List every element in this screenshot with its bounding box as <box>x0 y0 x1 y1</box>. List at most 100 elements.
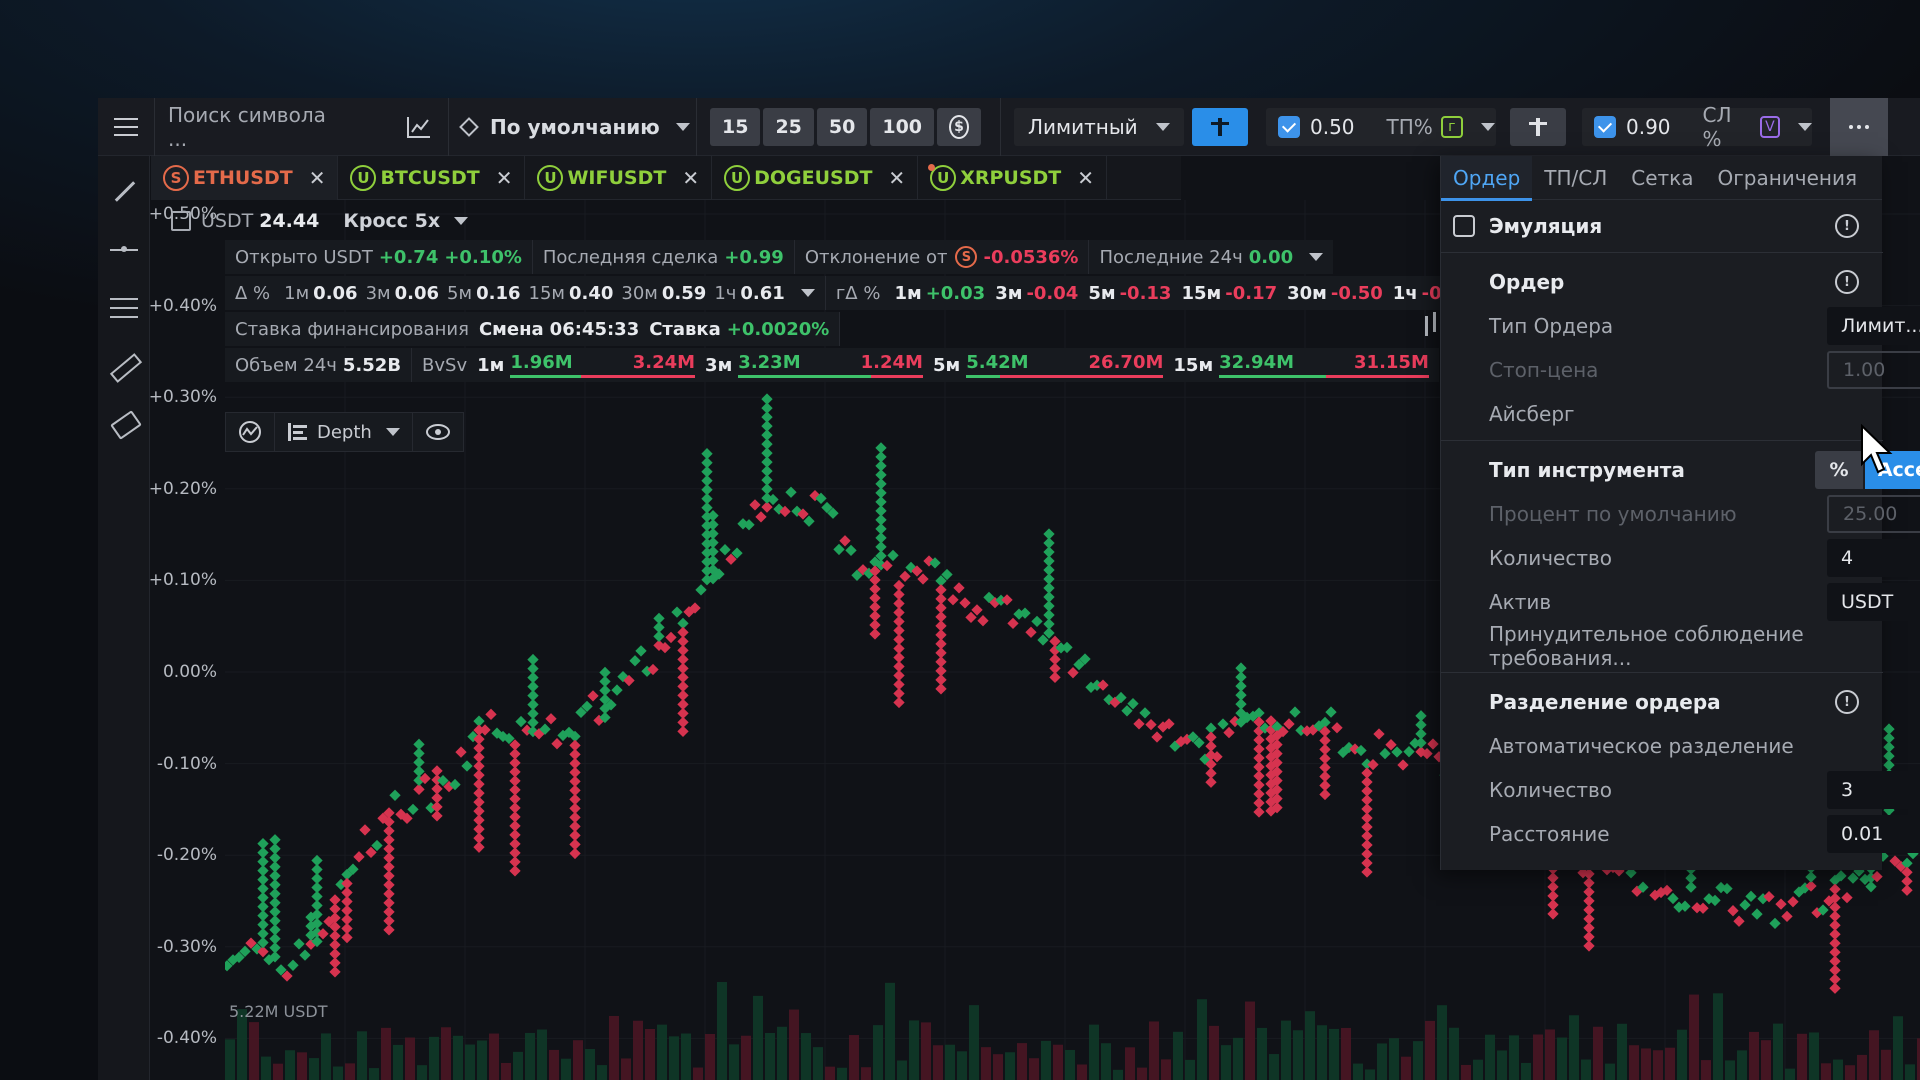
scatter-point <box>1133 718 1145 730</box>
asset-select[interactable]: USDT <box>1827 583 1920 621</box>
quantity-row: Количество 4 <box>1441 538 1920 578</box>
y-tick-label: +0.10% <box>148 570 217 591</box>
volume-bar <box>1557 1037 1567 1080</box>
volume-bar <box>1377 1043 1387 1080</box>
qty-button-100[interactable]: 100 <box>870 108 935 146</box>
quantity-select[interactable]: 4 <box>1827 539 1920 577</box>
order-type-dropdown[interactable]: Лимитный <box>1014 108 1184 146</box>
more-options-button[interactable] <box>1830 98 1888 156</box>
info-icon[interactable]: ! <box>1835 214 1859 238</box>
sell-volume: 26.70M <box>1088 352 1164 373</box>
qty-button-50[interactable]: 50 <box>816 108 868 146</box>
volume-bar <box>1209 1025 1219 1080</box>
stop-loss-control[interactable]: 0.90 СЛ % V <box>1582 103 1812 151</box>
preset-dropdown[interactable]: По умолчанию <box>459 110 690 144</box>
scatter-point <box>701 448 713 460</box>
tab-dogeusdt[interactable]: U DOGEUSDT ✕ <box>712 156 919 200</box>
diamond-icon <box>459 117 479 137</box>
volume-bar <box>789 1009 799 1080</box>
panel-tabs: Ордер ТП/СЛ Сетка Ограничения <box>1441 156 1882 201</box>
symbol-search-input[interactable]: Поиск символа ... <box>168 103 338 151</box>
close-icon[interactable]: ✕ <box>1077 166 1094 190</box>
rdelta-timeframe: 30м <box>1287 282 1327 304</box>
tab-wifusdt[interactable]: U WIFUSDT ✕ <box>525 156 713 200</box>
eraser-tool-icon[interactable] <box>110 410 138 438</box>
volume-bar <box>1053 1044 1063 1080</box>
parallel-lines-tool-icon[interactable] <box>110 294 138 322</box>
horizontal-line-tool-icon[interactable] <box>110 236 138 264</box>
bvsv-timeframe: 1м <box>477 354 505 376</box>
rdelta-timeframe: 5м <box>1088 282 1116 304</box>
trendline-tool-icon[interactable] <box>110 178 138 206</box>
tp-checkbox[interactable] <box>1278 116 1300 138</box>
take-profit-control[interactable]: 0.50 ТП% г <box>1266 108 1496 146</box>
open-pct: +0.10% <box>444 246 522 268</box>
qty-button-25[interactable]: 25 <box>763 108 814 146</box>
scatter-point <box>599 666 611 679</box>
last-24h-stat[interactable]: Последние 24ч 0.00 <box>1089 240 1333 274</box>
balance-mode-button[interactable] <box>1510 108 1566 146</box>
tab-order[interactable]: Ордер <box>1441 156 1533 201</box>
info-icon[interactable]: ! <box>1835 690 1859 714</box>
indicator-button[interactable] <box>226 413 275 451</box>
close-icon[interactable]: ✕ <box>888 166 905 190</box>
scatter-point <box>299 949 311 961</box>
volume-bar <box>1521 1062 1531 1080</box>
close-icon[interactable]: ✕ <box>682 166 699 190</box>
hedge-mode-button[interactable] <box>1192 108 1248 146</box>
stats-row-1: Открыто USDT +0.74 +0.10% Последняя сдел… <box>225 240 1334 274</box>
scatter-point <box>269 834 281 846</box>
default-percent-input[interactable]: 25.00 % <box>1827 495 1920 533</box>
eye-icon <box>425 424 450 440</box>
scatter-point <box>1205 776 1217 788</box>
tab-limits[interactable]: Ограничения <box>1706 156 1870 200</box>
ruler-tool-icon[interactable] <box>110 352 138 380</box>
distance-input[interactable]: 0.01 % <box>1827 815 1920 853</box>
sl-checkbox[interactable] <box>1594 116 1616 138</box>
menu-button[interactable] <box>98 98 154 156</box>
volume-bar <box>1329 1028 1339 1080</box>
currency-toggle-button[interactable]: $ <box>937 108 982 146</box>
y-tick-label: -0.40% <box>156 1028 217 1049</box>
volume-bar <box>1833 1059 1843 1080</box>
volume-bar <box>1269 1054 1279 1080</box>
volume-bar <box>1785 1068 1795 1080</box>
close-icon[interactable]: ✕ <box>496 166 513 190</box>
instrument-percent-button[interactable]: % <box>1815 451 1863 489</box>
tab-btcusdt[interactable]: U BTCUSDT ✕ <box>338 156 526 200</box>
volume-bar <box>357 1031 367 1080</box>
tab-xrpusdt[interactable]: U XRPUSDT ✕ <box>918 156 1108 200</box>
visibility-toggle[interactable] <box>413 413 463 451</box>
delta-value: 0.06 <box>313 282 358 304</box>
volume-bar <box>477 1040 487 1080</box>
margin-mode-dropdown[interactable]: Кросс 5х <box>343 210 469 232</box>
volume-bar <box>921 1022 931 1080</box>
close-icon[interactable]: ✕ <box>309 166 326 190</box>
chart-type-button[interactable] <box>402 110 436 144</box>
order-type-select[interactable]: Лимит... <box>1827 307 1920 345</box>
emulation-checkbox[interactable] <box>1453 215 1475 237</box>
split-quantity-row: Количество 3 <box>1441 770 1920 810</box>
split-quantity-input[interactable]: 3 <box>1827 771 1920 809</box>
force-requirement-row: Принудительное соблюдение требования... <box>1441 622 1883 670</box>
order-type-row: Тип Ордера Лимит... <box>1441 306 1920 346</box>
volume-bar <box>465 1044 475 1080</box>
stop-price-input[interactable]: 1.00 % <box>1827 351 1920 389</box>
y-tick-label: -0.30% <box>156 936 217 957</box>
volume-bar <box>549 1049 559 1080</box>
rdelta-stat: гΔ % 1м +0.03 3м -0.04 5м -0.13 15м -0.17 30м -0.… <box>826 276 1471 310</box>
bvsv-timeframe: 3м <box>705 354 733 376</box>
info-icon[interactable]: ! <box>1835 270 1859 294</box>
tab-tp-sl[interactable]: ТП/СЛ <box>1532 156 1619 200</box>
tab-grid[interactable]: Сетка <box>1619 156 1705 200</box>
qty-button-15[interactable]: 15 <box>710 108 761 146</box>
scale-icon <box>1209 118 1231 136</box>
scatter-point <box>1253 806 1265 818</box>
volume-bar <box>1281 1020 1291 1080</box>
tab-ethusdt[interactable]: S ETHUSDT ✕ <box>151 156 339 200</box>
stop-price-value: 1.00 <box>1843 359 1886 381</box>
scale-icon <box>1527 118 1549 136</box>
depth-dropdown[interactable]: Depth <box>275 413 413 451</box>
delta-stat[interactable]: Δ % 1м 0.06 3м 0.06 5м 0.16 15м 0.40 30м 0.59 1ч 0.… <box>225 276 826 310</box>
symbol-tabs: S ETHUSDT ✕ U BTCUSDT ✕ U WIFUSDT ✕ U DO… <box>151 156 1181 200</box>
